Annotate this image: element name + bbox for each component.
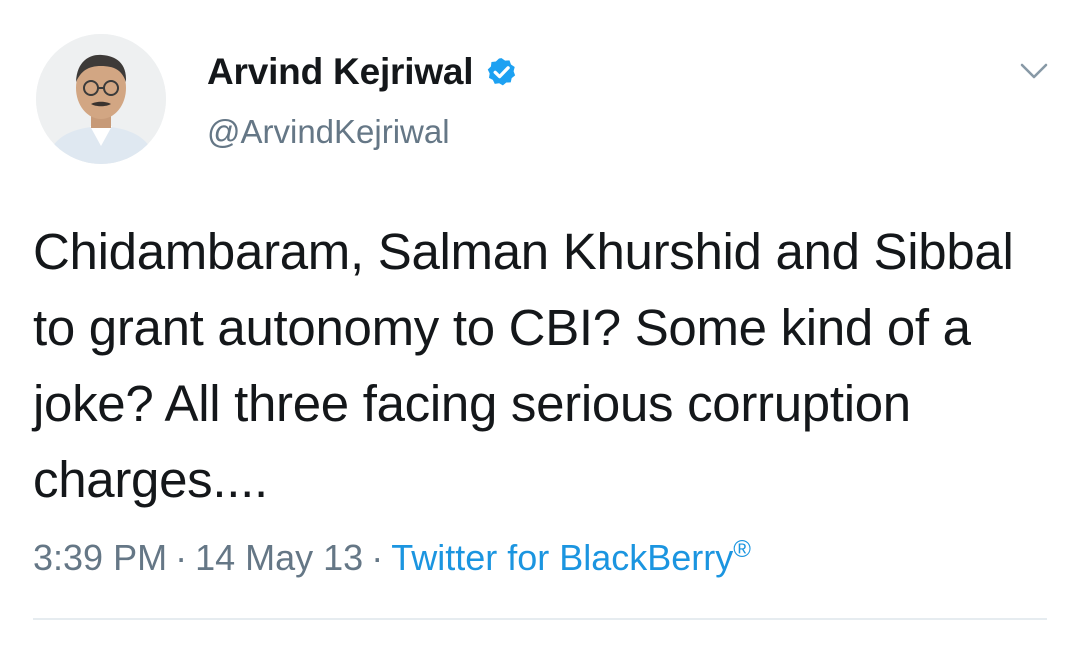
avatar[interactable]	[36, 34, 166, 164]
chevron-down-icon[interactable]	[1017, 56, 1051, 86]
author-name-row: Arvind Kejriwal	[207, 44, 987, 100]
meta-separator: ·	[371, 537, 384, 578]
tweet-date[interactable]: 14 May 13	[195, 537, 363, 578]
tweet-author: Arvind Kejriwal @ArvindKejriwal	[207, 44, 987, 152]
avatar-image	[36, 34, 166, 164]
divider	[33, 618, 1047, 620]
registered-mark: ®	[733, 536, 751, 563]
tweet-time[interactable]: 3:39 PM	[33, 537, 167, 578]
tweet-source-link[interactable]: Twitter for BlackBerry®	[391, 537, 751, 578]
verified-badge-icon	[485, 56, 518, 89]
tweet-text: Chidambaram, Salman Khurshid and Sibbal …	[33, 223, 1014, 508]
author-handle[interactable]: @ArvindKejriwal	[207, 112, 987, 152]
meta-separator: ·	[175, 537, 188, 578]
tweet-source-label: Twitter for BlackBerry	[391, 537, 734, 578]
author-display-name[interactable]: Arvind Kejriwal	[207, 51, 474, 93]
tweet-card: Arvind Kejriwal @ArvindKejriwal Chidamba…	[0, 0, 1080, 645]
tweet-meta: 3:39 PM · 14 May 13 · Twitter for BlackBerry…	[33, 534, 1043, 582]
